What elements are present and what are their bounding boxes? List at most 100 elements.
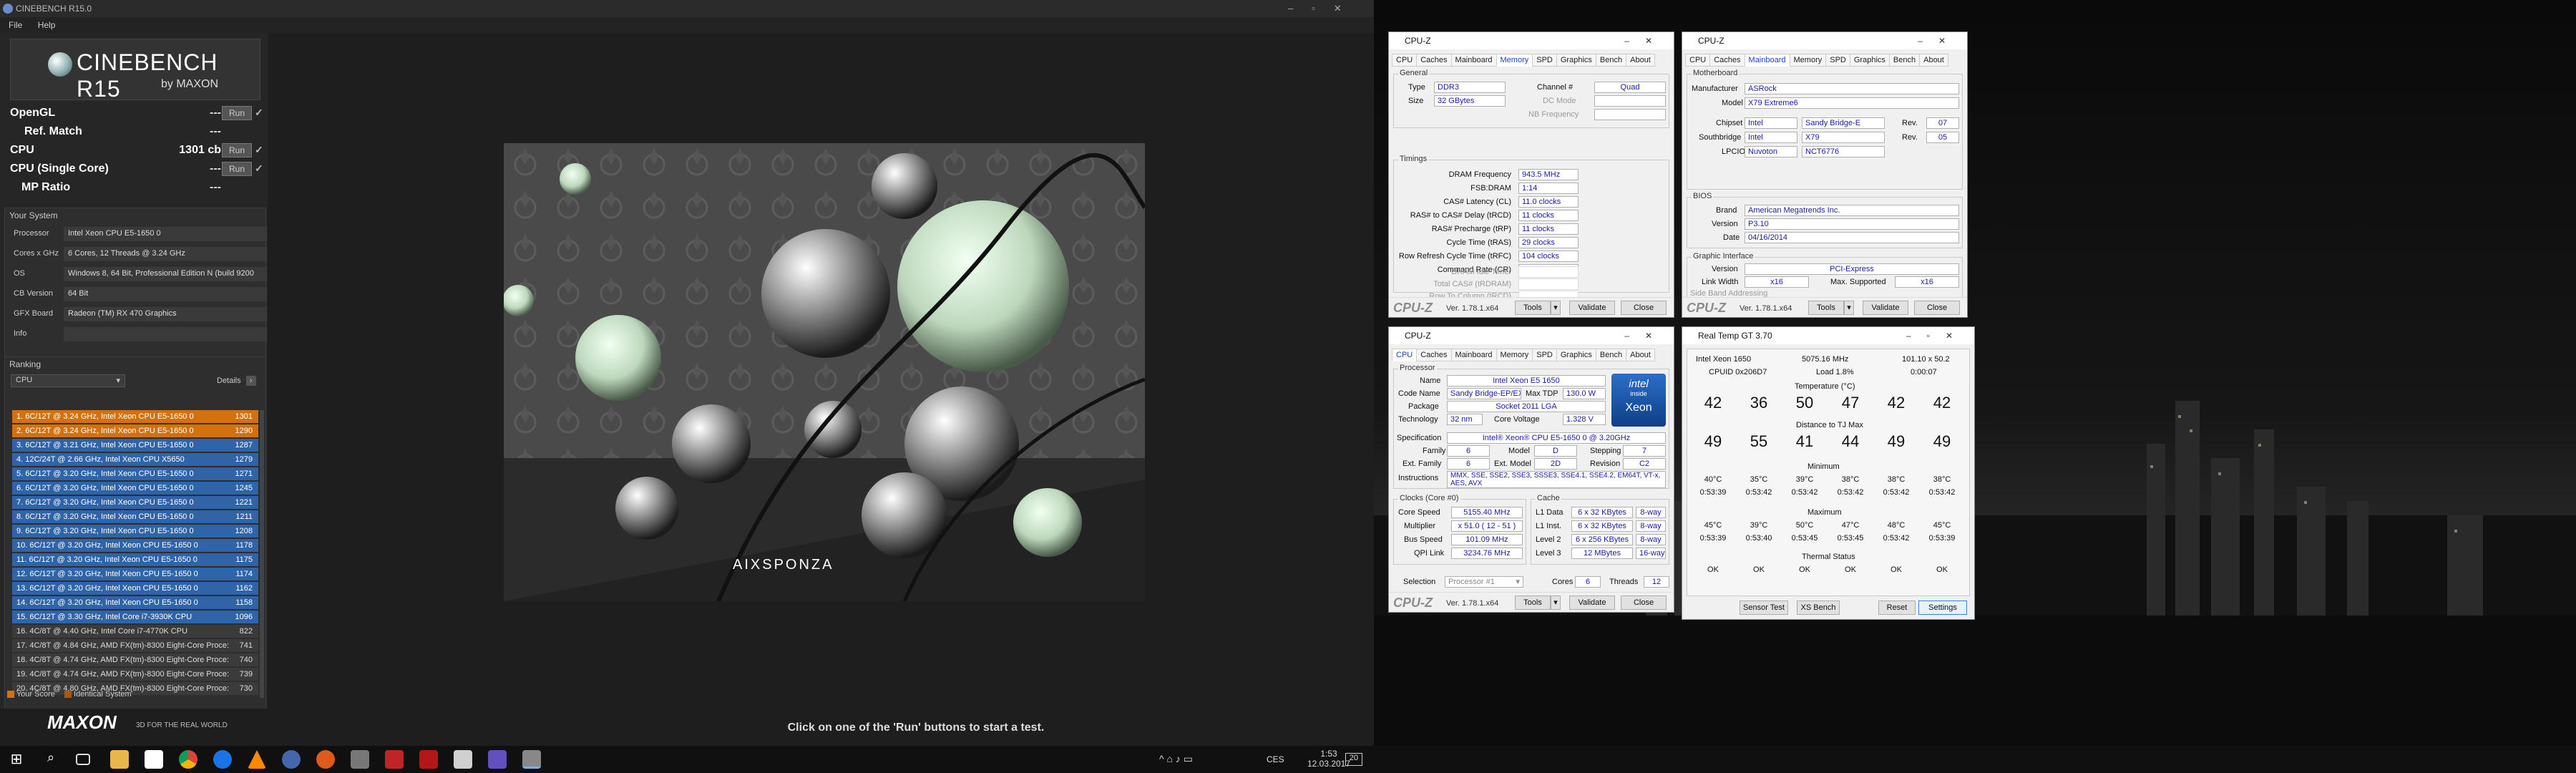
reset-button[interactable]: Reset	[1878, 601, 1916, 615]
tab-about[interactable]: About	[1919, 54, 1948, 67]
tab-caches[interactable]: Caches	[1416, 349, 1452, 361]
ranking-row[interactable]: 1. 6C/12T @ 3.24 GHz, Intel Xeon CPU E5-…	[12, 410, 258, 423]
ranking-row[interactable]: 3. 6C/12T @ 3.21 GHz, Intel Xeon CPU E5-…	[12, 439, 258, 452]
tab-memory[interactable]: Memory	[1496, 349, 1533, 361]
notification-icon[interactable]: 20	[1345, 753, 1362, 766]
tab-graphics[interactable]: Graphics	[1556, 349, 1596, 361]
ranking-row[interactable]: 10. 6C/12T @ 3.20 GHz, Intel Xeon CPU E5…	[12, 539, 258, 552]
tab-memory[interactable]: Memory	[1496, 54, 1533, 67]
windows-start-icon[interactable]: ⊞	[7, 750, 26, 769]
run-button[interactable]: Run	[222, 106, 252, 120]
tab-mainboard[interactable]: Mainboard	[1450, 349, 1497, 361]
tab-graphics[interactable]: Graphics	[1556, 54, 1596, 67]
run-button[interactable]: Run	[222, 143, 252, 157]
details-button[interactable]: Details ›	[217, 376, 256, 386]
chevron-down-icon[interactable]: ▾	[1551, 301, 1561, 315]
tab-mainboard[interactable]: Mainboard	[1744, 54, 1790, 67]
ranking-row[interactable]: 6. 6C/12T @ 3.20 GHz, Intel Xeon CPU E5-…	[12, 482, 258, 495]
window-controls[interactable]: –✕	[1624, 32, 1668, 49]
validate-button[interactable]: Validate	[1569, 595, 1615, 610]
tab-spd[interactable]: SPD	[1825, 54, 1850, 67]
ranking-row[interactable]: 7. 6C/12T @ 3.20 GHz, Intel Xeon CPU E5-…	[12, 496, 258, 509]
ranking-row[interactable]: 11. 6C/12T @ 3.20 GHz, Intel Xeon CPU E5…	[12, 553, 258, 566]
vlc-icon[interactable]	[248, 750, 266, 769]
app-icon[interactable]	[316, 750, 335, 769]
tab-about[interactable]: About	[1626, 349, 1655, 361]
window-controls[interactable]: –✕	[1918, 32, 1961, 49]
info-input[interactable]	[64, 327, 267, 341]
tab-cpu[interactable]: CPU	[1392, 54, 1418, 67]
tab-mainboard[interactable]: Mainboard	[1450, 54, 1497, 67]
settings-button[interactable]: Settings	[1918, 601, 1967, 615]
ranking-select[interactable]: CPU ▾	[11, 374, 125, 387]
window-controls[interactable]: –▫✕	[1906, 327, 1968, 344]
menu-file[interactable]: File	[9, 20, 22, 30]
ranking-row[interactable]: 15. 6C/12T @ 3.30 GHz, Intel Core i7-393…	[12, 611, 258, 623]
validate-button[interactable]: Validate	[1569, 301, 1615, 315]
tray-icons[interactable]: ^ ⌂ ♪ ▭	[1159, 753, 1193, 765]
search-icon[interactable]: ⌕	[42, 750, 60, 769]
app-icon[interactable]	[282, 750, 301, 769]
validate-button[interactable]: Validate	[1863, 301, 1908, 315]
tools-button[interactable]: Tools	[1808, 301, 1844, 315]
run-button[interactable]: Run	[222, 162, 252, 176]
file-explorer-icon[interactable]	[110, 750, 129, 769]
size-label: Size	[1408, 97, 1424, 105]
check-icon[interactable]: ✓	[255, 107, 263, 119]
cinebench-taskbar-icon[interactable]	[522, 750, 541, 769]
ranking-row[interactable]: 8. 6C/12T @ 3.20 GHz, Intel Xeon CPU E5-…	[12, 510, 258, 523]
store-icon[interactable]	[145, 750, 163, 769]
xs-bench-button[interactable]: XS Bench	[1797, 601, 1840, 615]
check-icon[interactable]: ✓	[255, 162, 263, 175]
close-button[interactable]: Close	[1621, 595, 1667, 610]
tools-button[interactable]: Tools	[1515, 301, 1551, 315]
tools-button[interactable]: Tools	[1515, 595, 1551, 610]
ranking-row[interactable]: 18. 4C/8T @ 4.74 GHz, AMD FX(tm)-8300 Ei…	[12, 653, 258, 666]
ranking-row[interactable]: 16. 4C/8T @ 4.40 GHz, Intel Core i7-4770…	[12, 625, 258, 638]
tab-cpu[interactable]: CPU	[1392, 349, 1418, 361]
selection-dropdown[interactable]: Processor #1 ▾	[1445, 576, 1523, 588]
tab-spd[interactable]: SPD	[1532, 54, 1557, 67]
window-controls[interactable]: –▫✕	[1288, 0, 1374, 17]
tab-bench[interactable]: Bench	[1888, 54, 1921, 67]
ranking-text: 6. 6C/12T @ 3.20 GHz, Intel Xeon CPU E5-…	[16, 484, 194, 492]
ranking-row[interactable]: 5. 6C/12T @ 3.20 GHz, Intel Xeon CPU E5-…	[12, 467, 258, 480]
app-icon[interactable]	[385, 750, 404, 769]
ranking-row[interactable]: 4. 12C/24T @ 2.66 GHz, Intel Xeon CPU X5…	[12, 453, 258, 466]
ranking-scrollbar[interactable]	[260, 410, 264, 698]
tab-about[interactable]: About	[1626, 54, 1655, 67]
chevron-down-icon[interactable]: ▾	[1844, 301, 1854, 315]
language-indicator[interactable]: CES	[1267, 754, 1284, 764]
ranking-list[interactable]: 1. 6C/12T @ 3.24 GHz, Intel Xeon CPU E5-…	[12, 410, 258, 698]
chrome-icon[interactable]	[179, 750, 197, 769]
task-view-icon[interactable]	[76, 754, 90, 765]
tab-cpu[interactable]: CPU	[1685, 54, 1711, 67]
ranking-row[interactable]: 13. 6C/12T @ 3.20 GHz, Intel Xeon CPU E5…	[12, 582, 258, 595]
tab-graphics[interactable]: Graphics	[1849, 54, 1890, 67]
tab-caches[interactable]: Caches	[1709, 54, 1745, 67]
close-button[interactable]: Close	[1621, 301, 1667, 315]
chevron-down-icon[interactable]: ▾	[1551, 595, 1561, 610]
sensor-test-button[interactable]: Sensor Test	[1740, 601, 1788, 615]
tab-memory[interactable]: Memory	[1789, 54, 1827, 67]
tab-spd[interactable]: SPD	[1532, 349, 1557, 361]
tab-caches[interactable]: Caches	[1416, 54, 1452, 67]
codename-label: Code Name	[1398, 389, 1440, 398]
tab-bench[interactable]: Bench	[1595, 349, 1627, 361]
browser-icon[interactable]	[213, 750, 232, 769]
ranking-row[interactable]: 2. 6C/12T @ 3.24 GHz, Intel Xeon CPU E5-…	[12, 424, 258, 437]
ranking-row[interactable]: 19. 4C/8T @ 4.74 GHz, AMD FX(tm)-8300 Ei…	[12, 668, 258, 681]
ranking-row[interactable]: 14. 6C/12T @ 3.20 GHz, Intel Xeon CPU E5…	[12, 596, 258, 609]
app-icon[interactable]	[419, 750, 438, 769]
ranking-row[interactable]: 12. 6C/12T @ 3.20 GHz, Intel Xeon CPU E5…	[12, 568, 258, 580]
menu-help[interactable]: Help	[38, 20, 56, 30]
check-icon[interactable]: ✓	[255, 144, 263, 156]
cpuz-taskbar-icon[interactable]	[488, 750, 507, 769]
window-controls[interactable]: –✕	[1624, 327, 1668, 344]
close-button[interactable]: Close	[1914, 301, 1960, 315]
app-icon[interactable]	[454, 750, 472, 769]
ranking-row[interactable]: 9. 6C/12T @ 3.20 GHz, Intel Xeon CPU E5-…	[12, 525, 258, 538]
tab-bench[interactable]: Bench	[1595, 54, 1627, 67]
tool-icon[interactable]	[351, 750, 369, 769]
ranking-row[interactable]: 17. 4C/8T @ 4.84 GHz, AMD FX(tm)-8300 Ei…	[12, 639, 258, 652]
